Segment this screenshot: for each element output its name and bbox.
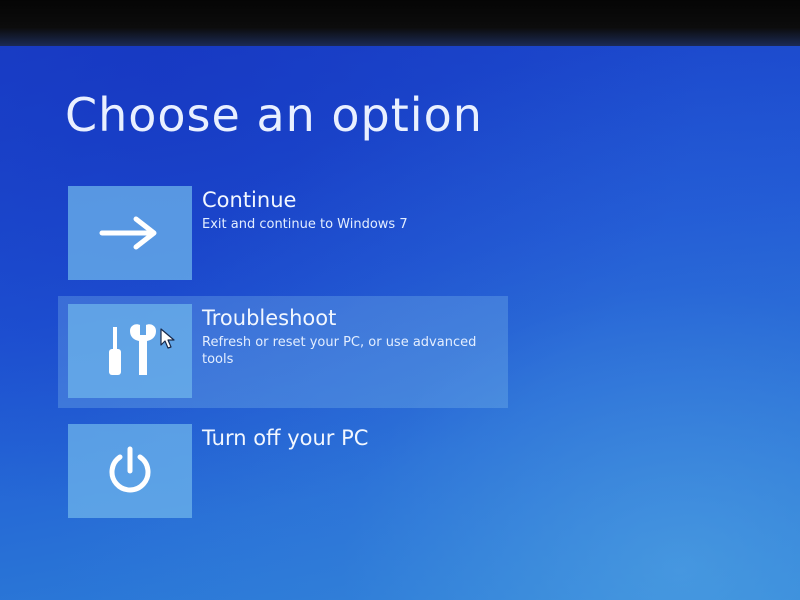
troubleshoot-title: Troubleshoot: [202, 306, 337, 330]
option-troubleshoot[interactable]: Troubleshoot Refresh or reset your PC, o…: [58, 296, 508, 408]
troubleshoot-tile[interactable]: [68, 304, 192, 398]
option-continue[interactable]: Continue Exit and continue to Windows 7: [58, 178, 508, 290]
continue-text: Continue Exit and continue to Windows 7: [202, 188, 502, 233]
continue-tile[interactable]: [68, 186, 192, 280]
boot-options-screen: Choose an option Continue Exit and conti…: [0, 0, 800, 600]
turn-off-title: Turn off your PC: [202, 426, 369, 450]
arrow-right-icon: [99, 216, 157, 250]
tools-icon: [109, 324, 156, 375]
turn-off-text: Turn off your PC: [202, 426, 502, 450]
power-icon: [109, 446, 151, 493]
page-title: Choose an option: [65, 88, 483, 142]
mouse-cursor-icon: [160, 328, 175, 349]
continue-title: Continue: [202, 188, 297, 212]
turn-off-tile[interactable]: [68, 424, 192, 518]
troubleshoot-description: Refresh or reset your PC, or use advance…: [202, 335, 477, 367]
option-turn-off[interactable]: Turn off your PC: [58, 416, 508, 528]
troubleshoot-text: Troubleshoot Refresh or reset your PC, o…: [202, 306, 502, 368]
monitor-bezel: [0, 0, 800, 46]
continue-description: Exit and continue to Windows 7: [202, 217, 408, 232]
